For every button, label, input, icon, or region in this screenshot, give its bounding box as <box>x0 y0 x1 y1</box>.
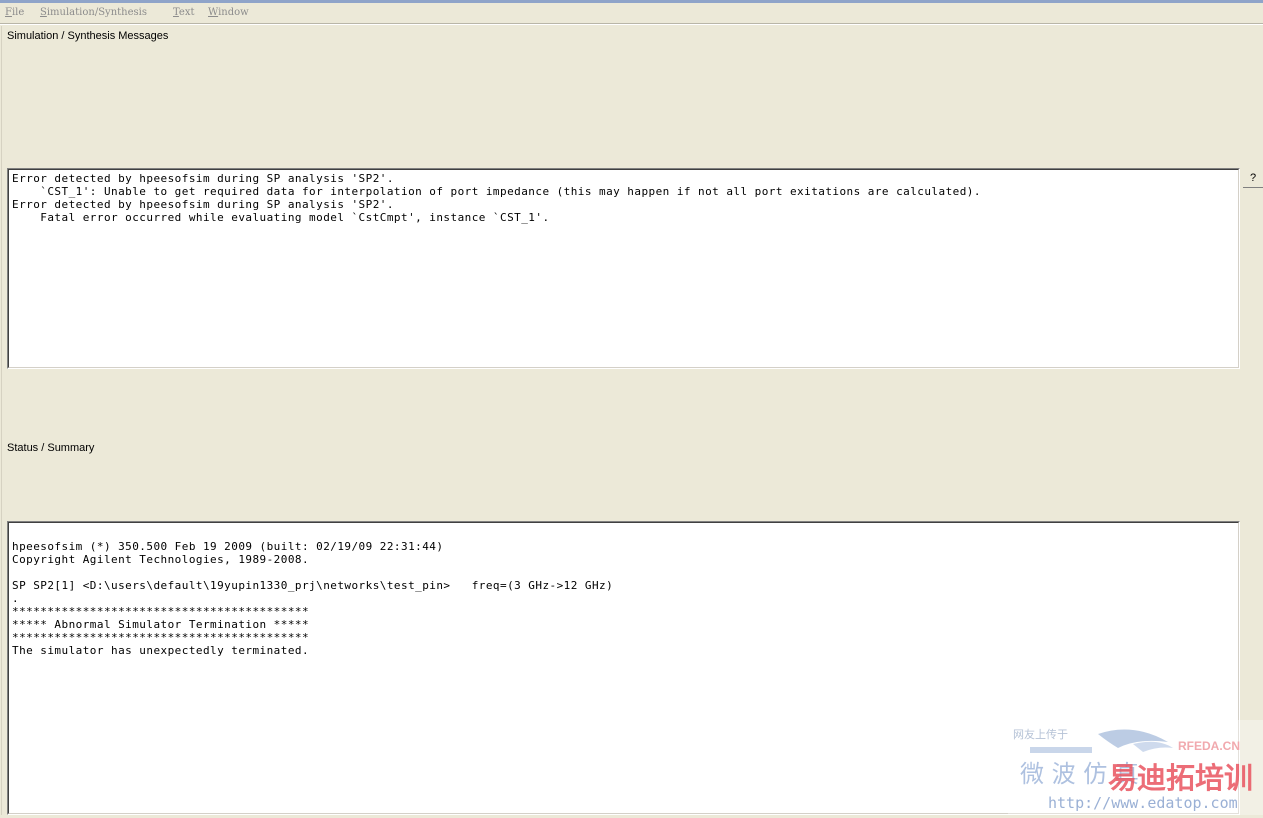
side-divider <box>1243 187 1263 188</box>
menu-simulation-synthesis[interactable]: Simulation/Synthesis <box>40 7 147 18</box>
menu-separator-highlight <box>0 24 1263 25</box>
message-line: `CST_1': Unable to get required data for… <box>12 185 981 198</box>
messages-section-title: Simulation / Synthesis Messages <box>7 30 169 42</box>
status-line: SP SP2[1] <D:\users\default\19yupin1330_… <box>12 579 614 592</box>
message-line: Fatal error occurred while evaluating mo… <box>12 211 550 224</box>
menu-file[interactable]: File <box>5 7 24 18</box>
status-line: Copyright Agilent Technologies, 1989-200… <box>12 553 310 566</box>
menu-window[interactable]: Window <box>208 7 249 18</box>
status-text-area[interactable]: hpeesofsim (*) 350.500 Feb 19 2009 (buil… <box>7 521 1240 815</box>
message-line: Error detected by hpeesofsim during SP a… <box>12 198 394 211</box>
menu-text[interactable]: Text <box>173 7 194 18</box>
status-section-title: Status / Summary <box>7 442 95 454</box>
menu-bar: File Simulation/Synthesis Text Window <box>0 3 1263 23</box>
client-edge <box>1 26 2 815</box>
status-line: ****************************************… <box>12 631 310 644</box>
messages-text-area[interactable]: Error detected by hpeesofsim during SP a… <box>7 168 1240 369</box>
message-line: Error detected by hpeesofsim during SP a… <box>12 172 394 185</box>
status-line: ****************************************… <box>12 605 310 618</box>
status-line: . <box>12 592 20 605</box>
side-help-mark[interactable]: ? <box>1250 172 1256 184</box>
status-line: ***** Abnormal Simulator Termination ***… <box>12 618 310 631</box>
status-line: The simulator has unexpectedly terminate… <box>12 644 310 657</box>
status-line: hpeesofsim (*) 350.500 Feb 19 2009 (buil… <box>12 540 444 553</box>
